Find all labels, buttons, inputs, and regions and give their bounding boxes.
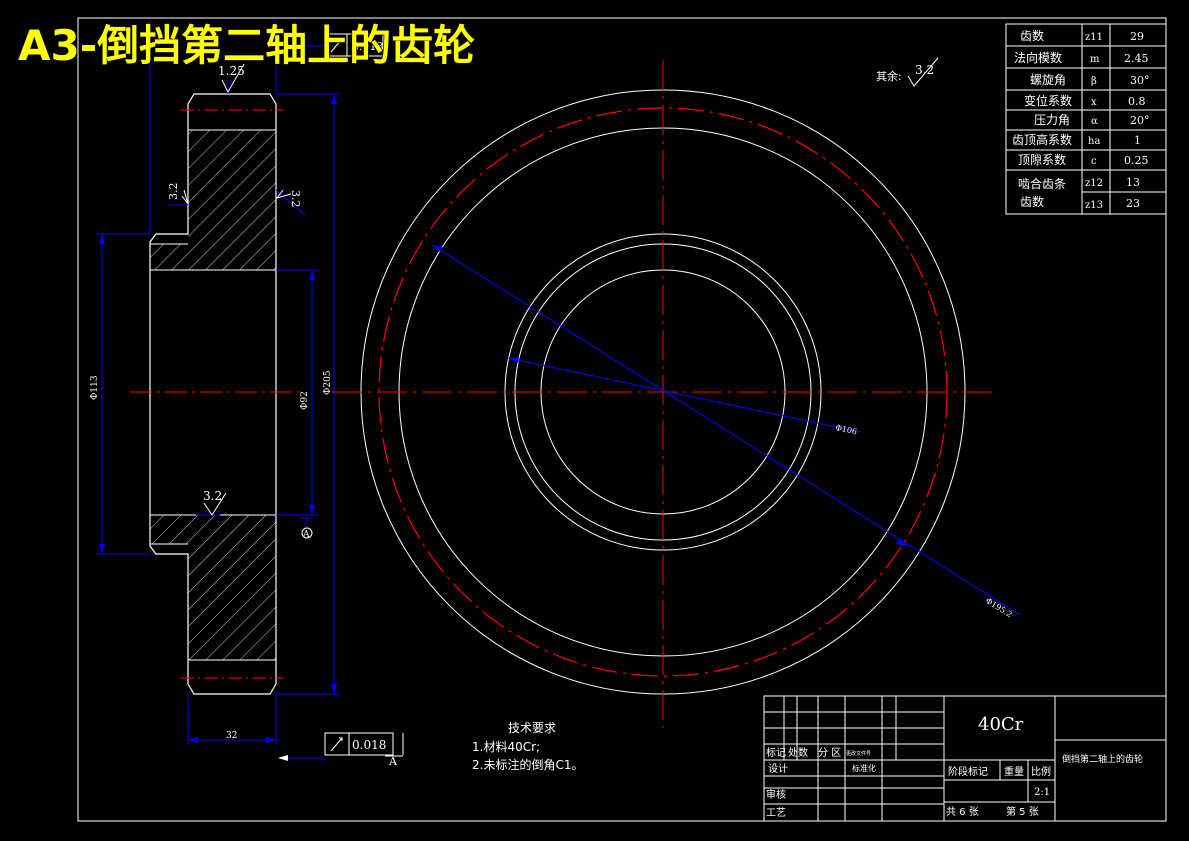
svg-text:α: α: [1091, 116, 1098, 127]
param-row: 螺旋角 β 30°: [1030, 73, 1150, 87]
svg-text:标准化: 标准化: [852, 763, 876, 773]
svg-text:顶隙系数: 顶隙系数: [1018, 152, 1066, 167]
svg-text:重量: 重量: [1004, 765, 1024, 778]
engineering-drawing: 1.25 0.018 3.2 3.2 3.2 A Φ113 Φ92 Φ205 3…: [17, 17, 1167, 822]
tolerance-bottom-value: 0.018: [352, 738, 386, 752]
svg-text:c: c: [1091, 156, 1097, 167]
svg-text:标记: 标记: [766, 747, 786, 759]
param-row: 压力角 α 20°: [1034, 113, 1150, 127]
svg-text:阶段标记: 阶段标记: [948, 765, 988, 778]
svg-text:23: 23: [1126, 197, 1140, 210]
title-block-text: 40Cr 倒挡第二轴上的齿轮 标记 处数 分 区 更改文件号 设计 标准化 阶段…: [766, 714, 1143, 819]
svg-text:法向模数: 法向模数: [1014, 50, 1062, 65]
svg-text:螺旋角: 螺旋角: [1030, 73, 1066, 87]
svg-text:30°: 30°: [1130, 74, 1150, 87]
svg-text:变位系数: 变位系数: [1024, 93, 1072, 108]
dim-width: 32: [226, 731, 237, 741]
other-roughness: 其余: 3.2: [876, 57, 939, 87]
tech-requirements: 技术要求 1.材料40Cr; 2.未标注的倒角C1。: [472, 721, 583, 772]
svg-text:ha: ha: [1088, 136, 1100, 147]
svg-text:z11: z11: [1085, 32, 1103, 43]
param-row: 变位系数 x 0.8: [1024, 93, 1146, 108]
page-title: A3-倒挡第二轴上的齿轮: [18, 21, 475, 70]
svg-text:设计: 设计: [768, 762, 788, 775]
param-row: 顶隙系数 c 0.25: [1018, 152, 1149, 167]
svg-text:第 5 张: 第 5 张: [1006, 805, 1039, 818]
svg-text:齿顶高系数: 齿顶高系数: [1012, 132, 1072, 147]
front-view: Φ106 Φ195.2: [332, 60, 1021, 728]
drawing-name: 倒挡第二轴上的齿轮: [1062, 753, 1143, 765]
dim-hub-diameter: Φ113: [90, 375, 100, 400]
hatch-lower: [150, 515, 276, 660]
svg-text:审核: 审核: [766, 788, 786, 801]
param-rows: 齿数 z11 29 法向模数 m 2.45 螺旋角 β 30° 变位系数 x 0…: [1012, 28, 1150, 211]
svg-text:压力角: 压力角: [1034, 113, 1070, 127]
svg-text:啮合齿条: 啮合齿条: [1018, 176, 1066, 191]
svg-text:共 6 张: 共 6 张: [946, 806, 979, 818]
dim-outer-diameter: Φ205: [323, 370, 333, 395]
other-roughness-value: 3.2: [915, 63, 934, 77]
svg-text:0.8: 0.8: [1128, 95, 1146, 108]
tech-heading: 技术要求: [508, 721, 556, 735]
svg-text:齿数: 齿数: [1020, 28, 1044, 43]
material: 40Cr: [978, 714, 1024, 735]
dim-bore-diameter: Φ92: [300, 391, 310, 410]
svg-text:处数: 处数: [788, 746, 808, 759]
svg-text:20°: 20°: [1130, 114, 1150, 127]
svg-text:z13: z13: [1085, 200, 1103, 211]
mesh-gears-row: 啮合齿条 齿数 z12 13 z13 23: [1018, 176, 1140, 211]
param-row: 齿顶高系数 ha 1: [1012, 132, 1141, 147]
svg-text:工艺: 工艺: [766, 807, 786, 819]
section-view: 1.25 0.018 3.2 3.2 3.2 A Φ113 Φ92 Φ205 3…: [90, 20, 404, 768]
svg-text:x: x: [1091, 97, 1097, 108]
svg-text:0.25: 0.25: [1124, 154, 1149, 167]
svg-text:齿数: 齿数: [1020, 194, 1044, 209]
svg-text:比例: 比例: [1031, 765, 1051, 778]
svg-text:分 区: 分 区: [818, 747, 841, 759]
svg-text:β: β: [1091, 76, 1097, 87]
svg-text:2:1: 2:1: [1034, 787, 1050, 798]
tech-item: 2.未标注的倒角C1。: [472, 757, 583, 772]
tech-item: 1.材料40Cr;: [472, 740, 540, 754]
svg-text:13: 13: [1126, 176, 1140, 189]
svg-text:更改文件号: 更改文件号: [846, 750, 871, 757]
tolerance-bottom-datum: A: [388, 755, 398, 768]
svg-text:29: 29: [1130, 30, 1144, 43]
svg-text:2.45: 2.45: [1124, 52, 1149, 65]
roughness-bottom: 3.2: [203, 489, 222, 503]
roughness-right: 3.2: [289, 190, 302, 208]
dim-inner-circle: Φ106: [835, 423, 858, 436]
roughness-left: 3.2: [167, 183, 180, 201]
svg-text:z12: z12: [1085, 178, 1103, 189]
other-roughness-label: 其余:: [876, 69, 902, 83]
svg-text:m: m: [1090, 54, 1100, 65]
param-row: 法向模数 m 2.45: [1014, 50, 1149, 65]
svg-text:1: 1: [1134, 134, 1141, 147]
datum-a: A: [302, 530, 310, 540]
